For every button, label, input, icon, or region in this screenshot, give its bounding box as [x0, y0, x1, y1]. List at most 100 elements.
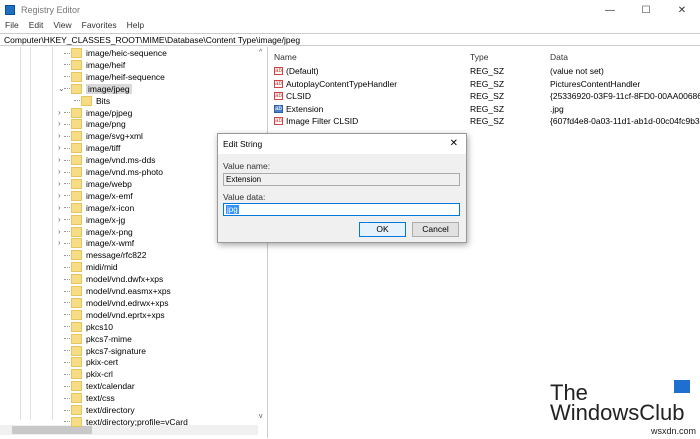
tree-node-label: image/pjpeg: [86, 107, 133, 118]
tree-node[interactable]: model/vnd.eprtx+xps: [64, 309, 165, 321]
column-name[interactable]: Name: [270, 52, 470, 62]
folder-icon: [71, 405, 82, 415]
expand-chevron-icon[interactable]: ›: [58, 108, 61, 118]
tree-node[interactable]: text/directory;profile=vCard: [64, 416, 188, 428]
tree-node[interactable]: image/pjpeg: [64, 107, 132, 119]
menu-favorites[interactable]: Favorites: [82, 20, 117, 33]
value-data-input[interactable]: jpg: [223, 203, 460, 216]
folder-icon: [71, 345, 82, 356]
expand-chevron-icon[interactable]: ›: [58, 203, 61, 213]
expand-chevron-icon[interactable]: ›: [58, 215, 61, 225]
list-row[interactable]: ab AutoplayContentTypeHandler REG_SZ Pictur…: [270, 78, 700, 91]
tree-connector: [64, 171, 70, 173]
list-row[interactable]: ab Extension REG_SZ .jpg: [270, 103, 700, 116]
folder-icon: [71, 190, 82, 201]
tree-node[interactable]: image/vnd.ms-dds: [64, 154, 155, 166]
menu-view[interactable]: View: [53, 20, 71, 33]
tree-connector: [64, 278, 70, 280]
tree-connector: [64, 207, 70, 209]
selected-text: jpg: [226, 205, 239, 214]
expand-chevron-icon[interactable]: ›: [58, 179, 61, 189]
tree-connector: [64, 159, 70, 161]
maximize-button[interactable]: ☐: [628, 0, 664, 20]
tree-node[interactable]: image/svg+xml: [64, 130, 143, 142]
tree-node[interactable]: message/rfc822: [64, 249, 146, 261]
cancel-button[interactable]: Cancel: [412, 222, 459, 237]
value-data-label: Value data:: [223, 192, 266, 202]
tree-node[interactable]: Bits: [74, 95, 110, 107]
value-name: (Default): [286, 66, 319, 77]
tree-node[interactable]: image/tiff: [64, 142, 120, 154]
scroll-up-icon[interactable]: ^: [259, 49, 262, 56]
tree-node[interactable]: pkcs7-mime: [64, 333, 132, 345]
folder-icon: [71, 357, 82, 368]
tree-node-label: image/heif: [86, 59, 126, 70]
tree-node[interactable]: image/jpeg: [64, 83, 132, 95]
string-value-icon: ab: [274, 92, 283, 101]
tree-node-label: pkcs10: [86, 321, 113, 332]
expand-chevron-icon[interactable]: ›: [58, 119, 61, 129]
tree-node-label: image/webp: [86, 178, 132, 189]
tree-node[interactable]: image/vnd.ms-photo: [64, 166, 163, 178]
tree-node[interactable]: pkcs7-signature: [64, 345, 146, 357]
tree-node[interactable]: image/heif-sequence: [64, 71, 165, 83]
tree-connector: [64, 64, 70, 66]
expand-chevron-icon[interactable]: ›: [58, 227, 61, 237]
folder-icon: [71, 309, 82, 320]
tree-node[interactable]: model/vnd.edrwx+xps: [64, 297, 168, 309]
column-data[interactable]: Data: [550, 52, 700, 62]
tree-node[interactable]: model/vnd.easmx+xps: [64, 285, 171, 297]
tree-node[interactable]: text/directory: [64, 404, 135, 416]
expand-chevron-icon[interactable]: ›: [58, 143, 61, 153]
folder-icon: [71, 286, 82, 296]
expand-chevron-icon[interactable]: ›: [58, 155, 61, 165]
column-type[interactable]: Type: [470, 52, 550, 62]
tree-node[interactable]: image/x-png: [64, 226, 133, 238]
tree-connector: [64, 314, 70, 316]
folder-icon: [81, 95, 92, 106]
expand-chevron-icon[interactable]: ›: [58, 238, 61, 248]
tree-node[interactable]: pkcs10: [64, 321, 113, 333]
menu-edit[interactable]: Edit: [29, 20, 44, 33]
list-row[interactable]: ab (Default) REG_SZ (value not set): [270, 65, 700, 78]
tree-node[interactable]: image/webp: [64, 178, 132, 190]
minimize-button[interactable]: —: [592, 0, 628, 20]
menu-file[interactable]: File: [5, 20, 19, 33]
expand-chevron-icon[interactable]: ›: [58, 191, 61, 201]
tree-node[interactable]: image/heif: [64, 59, 125, 71]
address-bar[interactable]: Computer\HKEY_CLASSES_ROOT\MIME\Database…: [0, 33, 700, 46]
tree-node[interactable]: image/png: [64, 118, 126, 130]
tree-node[interactable]: image/x-icon: [64, 202, 134, 214]
list-row[interactable]: ab Image Filter CLSID REG_SZ {607fd4e8-0a03…: [270, 115, 700, 128]
tree-connector: [64, 242, 70, 244]
tree-node[interactable]: pkix-cert: [64, 356, 118, 368]
tree-connector: [64, 338, 70, 340]
tree-node[interactable]: image/x-emf: [64, 190, 133, 202]
window-title: Registry Editor: [21, 5, 81, 15]
expand-chevron-icon[interactable]: ›: [58, 131, 61, 141]
folder-icon: [71, 238, 82, 249]
menu-help[interactable]: Help: [127, 20, 144, 33]
dialog-close-icon[interactable]: ✕: [450, 138, 458, 149]
scroll-down-icon[interactable]: v: [259, 413, 263, 420]
tree-node-label: image/heif-sequence: [86, 71, 165, 82]
tree-node[interactable]: text/css: [64, 392, 115, 404]
list-row[interactable]: ab CLSID REG_SZ {25336920-03F9-11cf-8FD0-00…: [270, 90, 700, 103]
expand-chevron-icon[interactable]: ›: [58, 167, 61, 177]
value-type: REG_SZ: [470, 116, 505, 127]
tree-node[interactable]: midi/mid: [64, 261, 118, 273]
ok-button[interactable]: OK: [359, 222, 406, 237]
tree-node-label: image/vnd.ms-dds: [86, 155, 156, 166]
tree-node[interactable]: pkix-crl: [64, 368, 113, 380]
tree-node[interactable]: image/heic-sequence: [64, 47, 167, 59]
value-data: {25336920-03F9-11cf-8FD0-00AA00686F13}: [550, 91, 700, 102]
tree-node[interactable]: image/x-jg: [64, 214, 125, 226]
tree-node[interactable]: image/x-wmf: [64, 237, 134, 249]
close-button[interactable]: ✕: [664, 0, 700, 20]
tree-node[interactable]: text/calendar: [64, 380, 135, 392]
tree-node[interactable]: model/vnd.dwfx+xps: [64, 273, 163, 285]
tree-guide: [52, 47, 53, 420]
tree-connector: [64, 88, 70, 90]
collapse-chevron-icon[interactable]: ⌄: [58, 84, 65, 94]
folder-icon: [71, 131, 82, 142]
